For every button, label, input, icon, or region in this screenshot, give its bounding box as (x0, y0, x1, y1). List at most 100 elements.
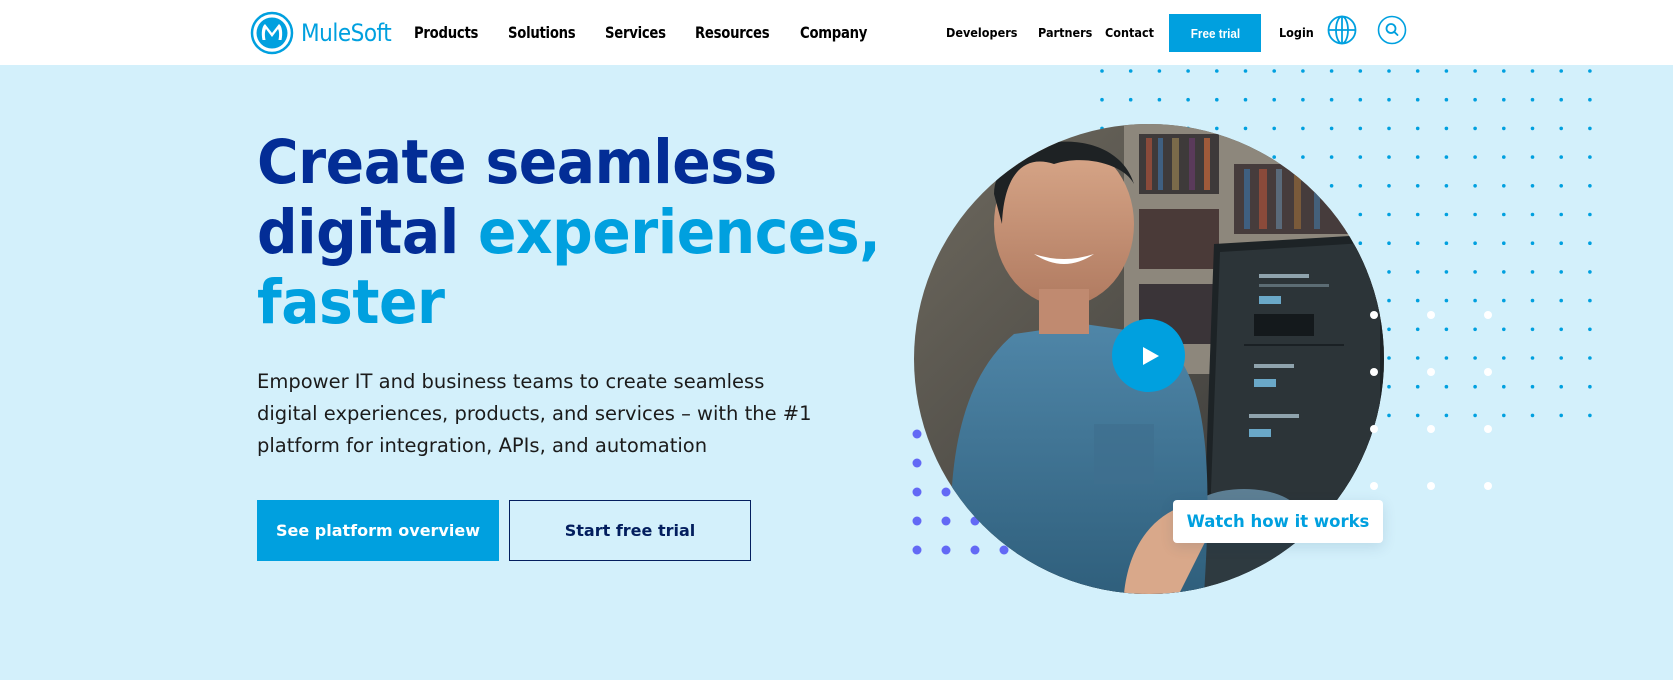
decorative-dot (1473, 69, 1477, 73)
decorative-dot (1530, 327, 1535, 332)
decorative-dot (1559, 413, 1563, 418)
decorative-dot (1588, 126, 1592, 131)
decorative-dot (1444, 126, 1449, 131)
decorative-dot (1502, 270, 1506, 274)
search-button[interactable] (1377, 15, 1407, 45)
decorative-dot (941, 516, 951, 526)
decorative-dot (1329, 155, 1334, 159)
decorative-dot (1530, 298, 1535, 303)
decorative-dot (1387, 184, 1391, 188)
decorative-dot (1415, 126, 1420, 131)
decorative-dot (1588, 270, 1592, 274)
decorative-dot (1444, 69, 1449, 73)
decorative-dot (1530, 97, 1535, 102)
decorative-dot (1370, 368, 1378, 376)
decorative-dot (1243, 126, 1248, 131)
decorative-dot (1502, 126, 1506, 131)
play-video-button[interactable] (1112, 319, 1185, 392)
decorative-dot (1502, 97, 1506, 102)
decorative-dot (1502, 69, 1506, 73)
decorative-dot (1588, 384, 1592, 389)
decorative-dot (1415, 69, 1420, 73)
start-free-trial-button[interactable]: Start free trial (509, 500, 751, 561)
decorative-dot (1415, 155, 1420, 159)
decorative-dot (1444, 155, 1449, 159)
decorative-dot (1484, 425, 1492, 433)
see-platform-overview-button[interactable]: See platform overview (257, 500, 499, 561)
decorative-dot (1387, 97, 1391, 102)
decorative-dot (912, 545, 922, 555)
decorative-dot (1484, 482, 1492, 490)
nav-developers[interactable]: Developers (946, 25, 1017, 40)
language-button[interactable] (1327, 15, 1357, 45)
nav-partners[interactable]: Partners (1038, 25, 1092, 40)
decorative-dot (1128, 97, 1133, 102)
decorative-dot (1301, 126, 1305, 131)
decorative-dot (1588, 184, 1592, 188)
free-trial-button[interactable]: Free trial (1169, 14, 1261, 52)
decorative-dot (1215, 97, 1219, 102)
decorative-dot (1530, 270, 1535, 274)
decorative-dot (1473, 270, 1477, 274)
decorative-dot (1358, 97, 1363, 102)
decorative-dot (1530, 241, 1535, 245)
decorative-dot (1272, 69, 1276, 73)
decorative-dot (1559, 356, 1563, 360)
decorative-dot (912, 487, 922, 497)
decorative-dot (1272, 126, 1276, 131)
decorative-dot (1588, 298, 1592, 303)
nav-login[interactable]: Login (1279, 25, 1314, 40)
decorative-dot (1502, 212, 1506, 217)
decorative-dot (1387, 155, 1391, 159)
decorative-dot (1427, 425, 1435, 433)
decorative-dot (1588, 327, 1592, 332)
decorative-dot (1530, 184, 1535, 188)
decorative-dot (1484, 368, 1492, 376)
decorative-dot (1415, 241, 1420, 245)
decorative-dot (1559, 155, 1563, 159)
decorative-dot (1301, 155, 1305, 159)
watch-how-it-works-button[interactable]: Watch how it works (1173, 500, 1383, 543)
decorative-dot (1370, 311, 1378, 319)
decorative-dot (1530, 356, 1535, 360)
decorative-dot (1559, 270, 1563, 274)
decorative-dot (1387, 69, 1391, 73)
decorative-dot (1358, 184, 1363, 188)
decorative-dot (1502, 155, 1506, 159)
decorative-dot (1473, 97, 1477, 102)
decorative-dot (1530, 69, 1535, 73)
decorative-dot (1186, 69, 1190, 73)
decorative-dot (1387, 270, 1391, 274)
decorative-dot (1387, 241, 1391, 245)
decorative-dot (1415, 184, 1420, 188)
decorative-dot (1559, 184, 1563, 188)
decorative-dot (1301, 69, 1305, 73)
decorative-dot (1100, 97, 1104, 102)
decorative-dot (1329, 126, 1334, 131)
decorative-dot (1530, 413, 1535, 418)
decorative-dot (1502, 241, 1506, 245)
decorative-dot (1588, 69, 1592, 73)
nav-contact[interactable]: Contact (1105, 25, 1154, 40)
decorative-dot (1588, 241, 1592, 245)
decorative-dot (1243, 97, 1248, 102)
decorative-dot (1157, 97, 1162, 102)
decorative-dot (1370, 482, 1378, 490)
decorative-dot (1358, 69, 1363, 73)
decorative-dot (1329, 69, 1334, 73)
decorative-dot (1559, 69, 1563, 73)
decorative-dot (1427, 368, 1435, 376)
utility-nav: Developers Partners Contact Login (0, 0, 1673, 65)
decorative-dot (1484, 311, 1492, 319)
decorative-dot (1473, 184, 1477, 188)
decorative-dot (1157, 69, 1162, 73)
decorative-dot (1559, 126, 1563, 131)
decorative-dot (1415, 212, 1420, 217)
decorative-dot (1444, 270, 1449, 274)
decorative-dot (1358, 126, 1363, 131)
decorative-dot (1588, 356, 1592, 360)
decorative-dot (1215, 126, 1219, 131)
globe-icon (1327, 15, 1357, 45)
site-header: MuleSoft Products Solutions Services Res… (0, 0, 1673, 65)
decorative-dot (912, 429, 922, 439)
